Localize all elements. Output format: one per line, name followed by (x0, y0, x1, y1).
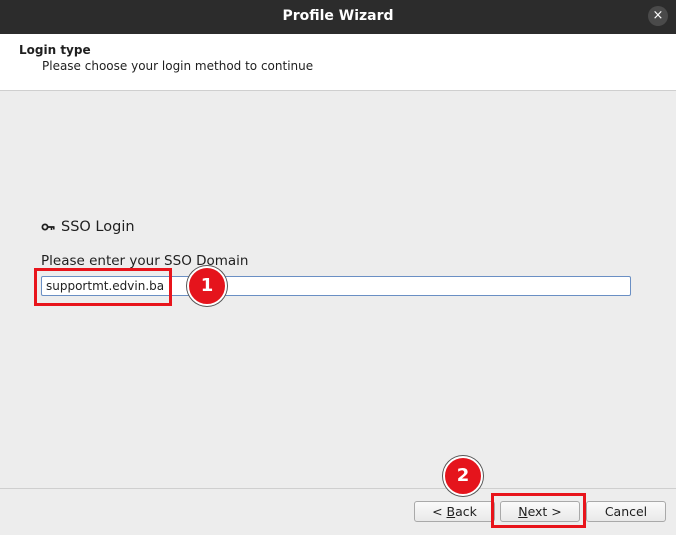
back-button[interactable]: < Back (414, 501, 495, 522)
section-label: SSO Login (61, 219, 135, 235)
callout-badge-1: 1 (187, 266, 227, 306)
sso-domain-input[interactable] (41, 276, 631, 296)
next-mnemonic: N (518, 504, 528, 519)
cancel-button[interactable]: Cancel (586, 501, 666, 522)
back-label-rest: ack (455, 504, 477, 519)
close-button[interactable]: × (648, 6, 668, 26)
title-bar: Profile Wizard × (0, 0, 676, 34)
sso-login-section: SSO Login (41, 219, 135, 235)
callout-badge-2: 2 (443, 456, 483, 496)
page-subtitle: Please choose your login method to conti… (42, 59, 314, 73)
key-icon (41, 223, 55, 231)
wizard-header: Login type Please choose your login meth… (0, 34, 676, 91)
next-label-rest: ext > (527, 504, 562, 519)
footer-divider (0, 488, 676, 489)
next-button[interactable]: Next > (500, 501, 580, 522)
back-mnemonic: B (446, 504, 456, 519)
window-title: Profile Wizard (282, 8, 394, 24)
close-icon: × (652, 8, 664, 23)
page-title: Login type (19, 43, 91, 57)
back-prefix: < (432, 504, 447, 519)
sso-domain-label: Please enter your SSO Domain (41, 253, 249, 269)
